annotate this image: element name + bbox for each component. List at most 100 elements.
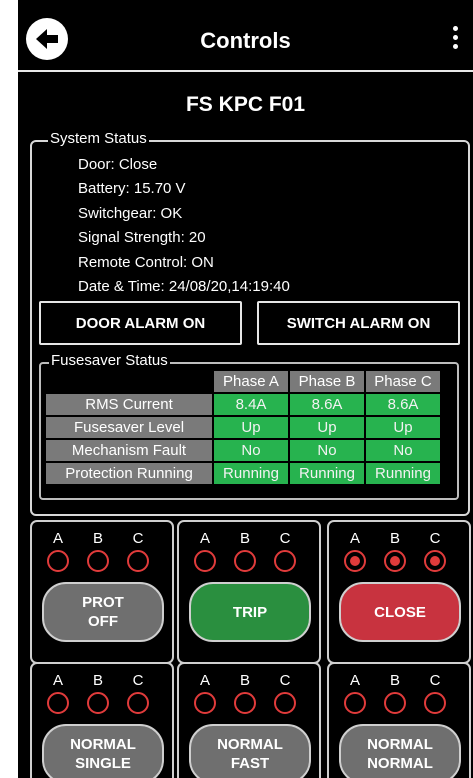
door-status: Door: Close (78, 156, 158, 173)
battery-status: Battery: 15.70 V (78, 180, 186, 198)
phase-b-indicator-icon (87, 550, 109, 572)
phase-label: A (199, 672, 210, 689)
normal-normal-panel: A B C NORMAL NORMAL (327, 662, 471, 778)
row-label: Protection Running (46, 463, 212, 484)
trip-label: TRIP (232, 603, 268, 621)
table-cell: Up (214, 417, 288, 438)
phase-c-indicator-icon (424, 550, 446, 572)
column-header: Phase B (290, 371, 364, 392)
phase-c-indicator-icon (127, 692, 149, 714)
normal-normal-button[interactable]: NORMAL NORMAL (339, 724, 461, 778)
phase-indicators: A B C (343, 530, 455, 586)
phase-label: C (429, 672, 441, 689)
row-label: Fusesaver Level (46, 417, 212, 438)
table-cell: Running (290, 463, 364, 484)
table-cell: 8.6A (366, 394, 440, 415)
switchgear-status: Switchgear: OK (78, 204, 183, 222)
phase-a-indicator-icon (47, 692, 69, 714)
phase-label: B (389, 530, 400, 547)
phase-label: C (279, 530, 291, 547)
table-row: Protection Running Running Running Runni… (46, 463, 440, 484)
phase-a-indicator-icon (344, 550, 366, 572)
table-cell: 8.4A (214, 394, 288, 415)
phase-b-indicator-icon (87, 692, 109, 714)
phase-label: A (349, 672, 360, 689)
switch-alarm-button[interactable]: SWITCH ALARM ON (257, 301, 460, 345)
phase-label: B (92, 672, 103, 689)
remote-control-status: Remote Control: ON (78, 253, 214, 271)
table-cell: Running (366, 463, 440, 484)
normal-normal-label: NORMAL NORMAL (367, 736, 433, 772)
phase-label: A (52, 672, 63, 689)
phase-label: B (92, 530, 103, 547)
table-cell: No (366, 440, 440, 461)
phase-label: C (132, 530, 144, 547)
phase-label: B (239, 530, 250, 547)
table-row: RMS Current 8.4A 8.6A 8.6A (46, 394, 440, 415)
phase-indicators: A B C (193, 530, 305, 586)
close-panel: A B C CLOSE (327, 520, 471, 664)
phase-label: C (279, 672, 291, 689)
normal-single-panel: A B C NORMAL SINGLE (30, 662, 174, 778)
table-cell: Running (214, 463, 288, 484)
phase-label: B (389, 672, 400, 689)
normal-fast-panel: A B C NORMAL FAST (177, 662, 321, 778)
phase-c-indicator-icon (127, 550, 149, 572)
signal-strength-status: Signal Strength: 20 (78, 229, 206, 247)
table-cell: No (214, 440, 288, 461)
phase-a-indicator-icon (47, 550, 69, 572)
phase-label: B (239, 672, 250, 689)
normal-fast-label: NORMAL FAST (217, 736, 283, 772)
close-label: CLOSE (374, 603, 426, 621)
phase-b-indicator-icon (384, 692, 406, 714)
phase-c-indicator-icon (274, 692, 296, 714)
column-header: Phase C (366, 371, 440, 392)
fusesaver-status-legend: Fusesaver Status (49, 352, 170, 369)
phase-a-indicator-icon (344, 692, 366, 714)
phase-c-indicator-icon (274, 550, 296, 572)
row-label: RMS Current (46, 394, 212, 415)
phase-b-indicator-icon (384, 550, 406, 572)
phase-a-indicator-icon (194, 550, 216, 572)
fusesaver-status-table: Phase A Phase B Phase C RMS Current 8.4A… (44, 369, 442, 486)
prot-off-button[interactable]: PROT OFF (42, 582, 164, 642)
trip-button[interactable]: TRIP (189, 582, 311, 642)
phase-label: A (52, 530, 63, 547)
normal-single-label: NORMAL SINGLE (70, 736, 136, 772)
phase-label: C (132, 672, 144, 689)
phase-indicators: A B C (193, 672, 305, 728)
date-time-status: Date & Time: 24/08/20,14:19:40 (78, 278, 290, 296)
door-alarm-button[interactable]: DOOR ALARM ON (39, 301, 242, 345)
phase-label: C (429, 530, 441, 547)
top-app-bar: Controls (18, 8, 473, 72)
phase-b-indicator-icon (234, 692, 256, 714)
device-name: FS KPC F01 (185, 93, 306, 116)
table-cell: Up (366, 417, 440, 438)
prot-off-label: PROT OFF (82, 594, 124, 630)
app-screen: Controls FS KPC F01 System Status Door: … (18, 0, 473, 778)
trip-panel: A B C TRIP (177, 520, 321, 664)
phase-label: A (199, 530, 210, 547)
table-cell: 8.6A (290, 394, 364, 415)
page-title: Controls (200, 28, 291, 53)
phase-indicators: A B C (343, 672, 455, 728)
table-row: Mechanism Fault No No No (46, 440, 440, 461)
row-label: Mechanism Fault (46, 440, 212, 461)
table-row: Fusesaver Level Up Up Up (46, 417, 440, 438)
overflow-menu-icon[interactable] (453, 26, 459, 53)
phase-a-indicator-icon (194, 692, 216, 714)
table-header-row: Phase A Phase B Phase C (46, 371, 440, 392)
normal-fast-button[interactable]: NORMAL FAST (189, 724, 311, 778)
column-header: Phase A (214, 371, 288, 392)
phase-indicators: A B C (46, 530, 158, 586)
phase-indicators: A B C (46, 672, 158, 728)
system-status-lines: Door: Close Battery: 15.70 V Switchgear:… (78, 153, 290, 299)
phase-c-indicator-icon (424, 692, 446, 714)
close-button[interactable]: CLOSE (339, 582, 461, 642)
system-status-legend: System Status (48, 130, 149, 147)
table-cell: No (290, 440, 364, 461)
phase-label: A (349, 530, 360, 547)
normal-single-button[interactable]: NORMAL SINGLE (42, 724, 164, 778)
phase-b-indicator-icon (234, 550, 256, 572)
table-cell: Up (290, 417, 364, 438)
